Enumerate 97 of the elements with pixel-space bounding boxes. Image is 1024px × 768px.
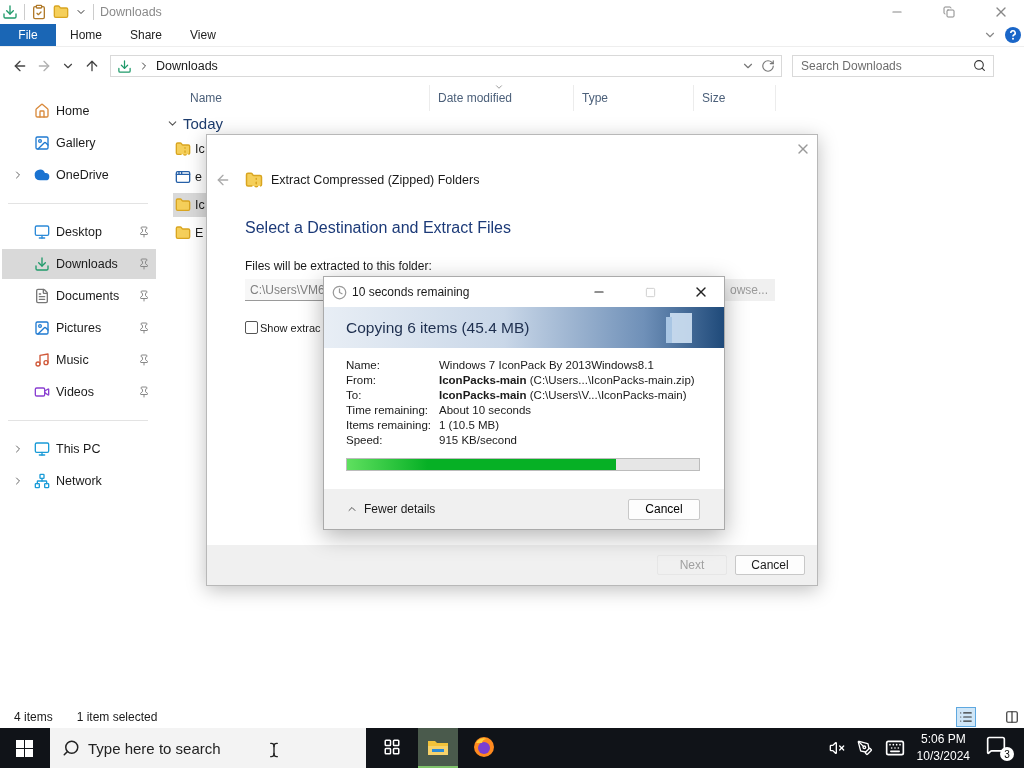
forward-arrow-icon xyxy=(36,58,52,74)
column-header[interactable]: Type xyxy=(574,85,694,111)
nav-item[interactable]: Desktop xyxy=(2,217,156,247)
window-title: Downloads xyxy=(100,5,162,19)
folder-icon xyxy=(175,225,191,241)
document-icon xyxy=(34,288,50,304)
picture-icon xyxy=(34,320,50,336)
help-icon[interactable] xyxy=(1005,27,1021,43)
dialog-title: Extract Compressed (Zipped) Folders xyxy=(271,173,480,187)
home-icon xyxy=(34,103,50,119)
four-squares-logo-icon xyxy=(15,739,33,757)
video-icon xyxy=(34,384,50,400)
download-icon xyxy=(34,256,50,272)
file-item[interactable]: e xyxy=(173,165,211,189)
download-icon[interactable] xyxy=(2,4,18,20)
keyboard-icon[interactable] xyxy=(884,738,905,758)
search-field[interactable]: Search Downloads xyxy=(792,55,994,77)
music-icon xyxy=(34,352,50,368)
checkbox[interactable] xyxy=(245,321,258,334)
breadcrumb[interactable]: Downloads xyxy=(156,59,218,73)
detail-value: 915 KB/second xyxy=(439,433,518,448)
tiles-view-icon xyxy=(1005,710,1019,724)
view-button[interactable] xyxy=(956,707,976,727)
muted-speaker-icon[interactable] xyxy=(828,740,845,756)
download-icon xyxy=(117,58,132,74)
folder-icon xyxy=(427,738,449,756)
app-icon xyxy=(175,169,191,185)
detail-label: Speed: xyxy=(346,433,384,448)
detail-value: 1 (10.5 MB) xyxy=(439,418,501,433)
nav-item[interactable]: OneDrive xyxy=(2,160,156,190)
clock-icon xyxy=(332,284,347,300)
nav-item[interactable]: Network xyxy=(2,466,156,496)
zip-folder-icon xyxy=(245,171,263,189)
detail-label: Items remaining: xyxy=(346,418,432,433)
detail-value: IconPacks-main (C:\Users\V...\IconPacks-main) xyxy=(439,388,688,403)
nav-item[interactable]: Music xyxy=(2,345,156,375)
fewer-details-button[interactable]: Fewer details xyxy=(346,502,436,516)
group-header[interactable]: Today xyxy=(160,111,1024,135)
nav-item[interactable]: Gallery xyxy=(2,128,156,158)
file-item[interactable]: Ic xyxy=(173,137,211,161)
nav-item[interactable]: This PC xyxy=(2,434,156,464)
dialog-button[interactable]: Cancel xyxy=(735,555,805,575)
taskbar-search-field[interactable]: Type here to search xyxy=(50,728,366,768)
nav-item[interactable]: Pictures xyxy=(2,313,156,343)
zip-folder-icon xyxy=(175,141,191,157)
address-bar[interactable]: Downloads xyxy=(110,55,782,77)
dialog-title: 10 seconds remaining xyxy=(352,285,470,299)
cancel-button[interactable]: Cancel xyxy=(628,498,700,520)
network-icon xyxy=(34,473,50,489)
nav-item[interactable]: Downloads xyxy=(2,249,156,279)
properties-icon[interactable] xyxy=(31,4,47,20)
task-view-icon xyxy=(383,738,401,756)
copy-heading: Copying 6 items (45.4 MB) xyxy=(346,318,530,337)
detail-value: About 10 seconds xyxy=(439,403,533,418)
folder-icon xyxy=(175,197,191,213)
restore-icon xyxy=(943,6,955,18)
nav-item[interactable]: Videos xyxy=(2,377,156,407)
column-header[interactable]: Name xyxy=(160,85,430,111)
file-menu-button[interactable]: File xyxy=(0,24,56,46)
detail-label: Name: xyxy=(346,358,381,373)
refresh-icon[interactable] xyxy=(761,59,775,73)
cloud-icon xyxy=(34,167,50,183)
details-view-icon xyxy=(959,710,973,724)
browser-icon xyxy=(473,736,495,758)
detail-label: From: xyxy=(346,373,378,388)
message-icon xyxy=(986,735,1006,755)
detail-label: To: xyxy=(346,388,363,403)
detail-label: Time remaining: xyxy=(346,403,430,418)
dialog-heading: Select a Destination and Extract Files xyxy=(245,219,512,237)
field-label: Files will be extracted to this folder: xyxy=(245,259,433,273)
nav-item[interactable]: Home xyxy=(2,96,156,126)
gallery-icon xyxy=(34,135,50,151)
new-folder-icon[interactable] xyxy=(53,4,69,20)
item-count: 4 items xyxy=(14,710,53,724)
notification-badge: 3 xyxy=(1000,747,1014,761)
file-item[interactable]: E xyxy=(173,221,211,245)
document-icon xyxy=(666,310,694,345)
nav-item[interactable]: Documents xyxy=(2,281,156,311)
selection-count: 1 item selected xyxy=(76,710,158,724)
detail-value: Windows 7 IconPack By 2013Windows8.1 xyxy=(439,358,655,373)
ribbon-tab[interactable]: Share xyxy=(116,24,177,46)
column-header[interactable]: Date modified xyxy=(430,85,574,111)
destination-field[interactable]: C:\Users\VM6 xyxy=(245,279,324,301)
ribbon-tab[interactable]: Home xyxy=(56,24,116,46)
maximize-icon xyxy=(644,286,656,298)
computer-icon xyxy=(34,441,50,457)
sort-caret-icon xyxy=(494,82,504,92)
search-icon xyxy=(973,59,986,72)
column-header[interactable]: Size xyxy=(694,85,776,111)
detail-value: IconPacks-main (C:\Users...\IconPacks-main.zip) xyxy=(439,373,696,388)
ribbon-tab[interactable]: View xyxy=(176,24,230,46)
pen-icon[interactable] xyxy=(856,740,873,756)
checkbox-label: Show extrac xyxy=(260,321,321,334)
search-icon xyxy=(62,739,80,757)
notifications-button[interactable]: 3 xyxy=(986,735,1014,761)
clock[interactable]: 5:06 PM 10/3/2024 xyxy=(916,731,970,765)
desktop-icon xyxy=(34,224,50,240)
